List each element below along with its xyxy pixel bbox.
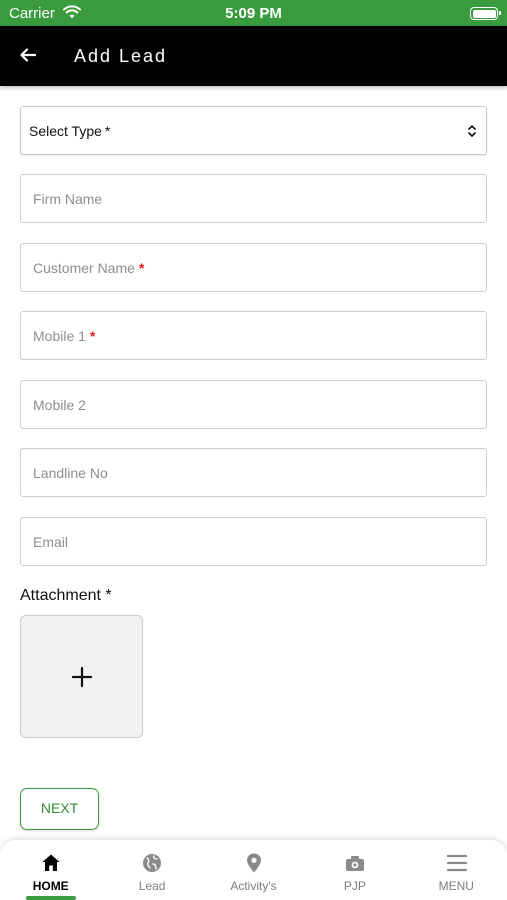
page-title: Add Lead	[74, 46, 168, 66]
landline-input[interactable]: Landline No	[20, 448, 487, 497]
add-attachment-button[interactable]	[20, 615, 143, 738]
landline-placeholder: Landline No	[33, 465, 108, 481]
app-header: Add Lead	[0, 26, 507, 86]
plus-icon	[71, 666, 93, 688]
nav-activitys[interactable]: Activity's	[203, 840, 304, 900]
active-indicator	[26, 896, 76, 900]
firm-name-input[interactable]: Firm Name	[20, 174, 487, 223]
email-placeholder: Email	[33, 534, 69, 550]
mobile-1-input[interactable]: Mobile 1 *	[20, 311, 487, 360]
home-icon	[42, 854, 60, 871]
mobile-1-placeholder: Mobile 1	[33, 328, 86, 344]
menu-icon	[446, 854, 467, 872]
nav-menu[interactable]: MENU	[406, 840, 507, 900]
battery-icon	[470, 7, 501, 20]
nav-menu-label: MENU	[438, 879, 474, 893]
nav-lead[interactable]: Lead	[101, 840, 202, 900]
back-button[interactable]	[14, 40, 44, 70]
globe-icon	[143, 854, 162, 872]
email-input[interactable]: Email	[20, 517, 487, 566]
customer-name-placeholder: Customer Name	[33, 260, 135, 276]
next-button[interactable]: NEXT	[20, 788, 99, 830]
arrow-left-icon	[20, 48, 37, 62]
nav-home[interactable]: HOME	[0, 840, 101, 900]
select-type-dropdown[interactable]: Select Type *	[20, 106, 487, 155]
location-pin-icon	[246, 853, 261, 873]
camera-icon	[346, 856, 365, 871]
nav-pjp[interactable]: PJP	[304, 840, 405, 900]
attachment-label: Attachment *	[20, 587, 112, 604]
nav-home-label: HOME	[32, 879, 69, 893]
clock-label: 5:09 PM	[225, 5, 282, 22]
nav-activitys-label: Activity's	[230, 879, 277, 893]
customer-name-input[interactable]: Customer Name *	[20, 243, 487, 292]
firm-name-placeholder: Firm Name	[33, 191, 103, 207]
mobile-2-input[interactable]: Mobile 2	[20, 380, 487, 429]
chevron-up-down-icon	[468, 125, 476, 137]
required-mark: *	[89, 328, 96, 344]
required-mark: *	[104, 123, 111, 139]
nav-lead-label: Lead	[138, 879, 166, 893]
nav-pjp-label: PJP	[343, 879, 366, 893]
status-bar: Carrier 5:09 PM	[0, 0, 507, 26]
bottom-nav: HOME Lead Activity's PJP MENU	[0, 840, 507, 900]
required-mark: *	[138, 260, 145, 276]
mobile-2-placeholder: Mobile 2	[33, 397, 86, 413]
select-type-label: Select Type	[29, 123, 102, 139]
